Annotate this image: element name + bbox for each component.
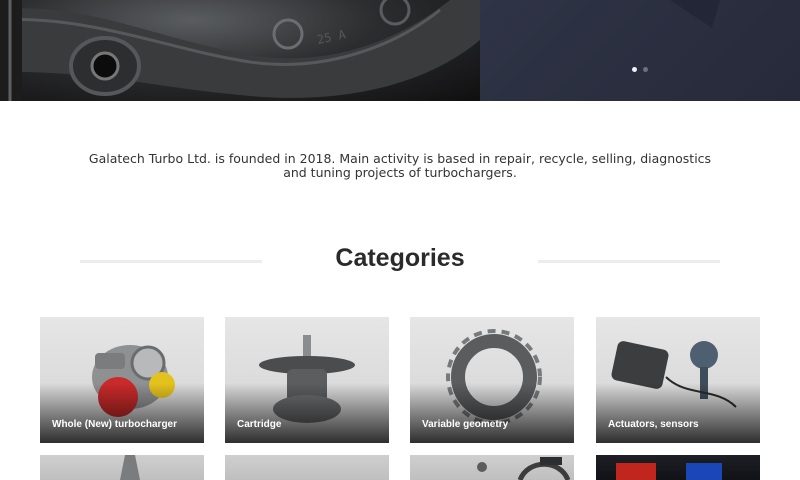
slider-dot-2[interactable] [643,67,648,72]
slider-dots [632,67,648,72]
hero-image-turbo-housing: 25 A [0,0,480,101]
category-card-cartridge[interactable]: Cartridge [225,317,389,443]
card-overlay [410,383,574,443]
category-card-row2-3[interactable] [410,455,574,480]
category-card-row2-1[interactable] [40,455,204,480]
card-overlay [225,383,389,443]
slider-dot-1[interactable] [632,67,637,72]
category-label: Variable geometry [422,419,509,430]
category-label: Actuators, sensors [608,419,699,430]
heading-divider-right [538,260,720,263]
category-card-whole-turbocharger[interactable]: Whole (New) turbocharger [40,317,204,443]
page: 25 A Galatech Turbo Ltd. is founded in 2… [0,0,800,480]
hero-image-dark-panel [480,0,800,101]
turbo-housing-illustration: 25 A [0,0,480,101]
card-overlay [596,383,760,443]
category-photo [120,455,140,480]
category-card-row2-2[interactable] [225,455,389,480]
category-photo [477,457,571,480]
category-label: Cartridge [237,419,282,430]
company-description: Galatech Turbo Ltd. is founded in 2018. … [88,151,712,180]
category-card-row2-4[interactable] [596,455,760,480]
category-card-actuators-sensors[interactable]: Actuators, sensors [596,317,760,443]
card-overlay [40,383,204,443]
category-card-variable-geometry[interactable]: Variable geometry [410,317,574,443]
hero-slider[interactable]: 25 A [0,0,800,101]
category-photo [225,455,389,480]
categories-heading: Categories [335,244,465,272]
svg-text:25 A: 25 A [316,27,348,47]
category-photo [616,463,722,480]
dark-panel-decoration [670,0,720,28]
category-label: Whole (New) turbocharger [52,419,178,430]
heading-divider-left [80,260,262,263]
